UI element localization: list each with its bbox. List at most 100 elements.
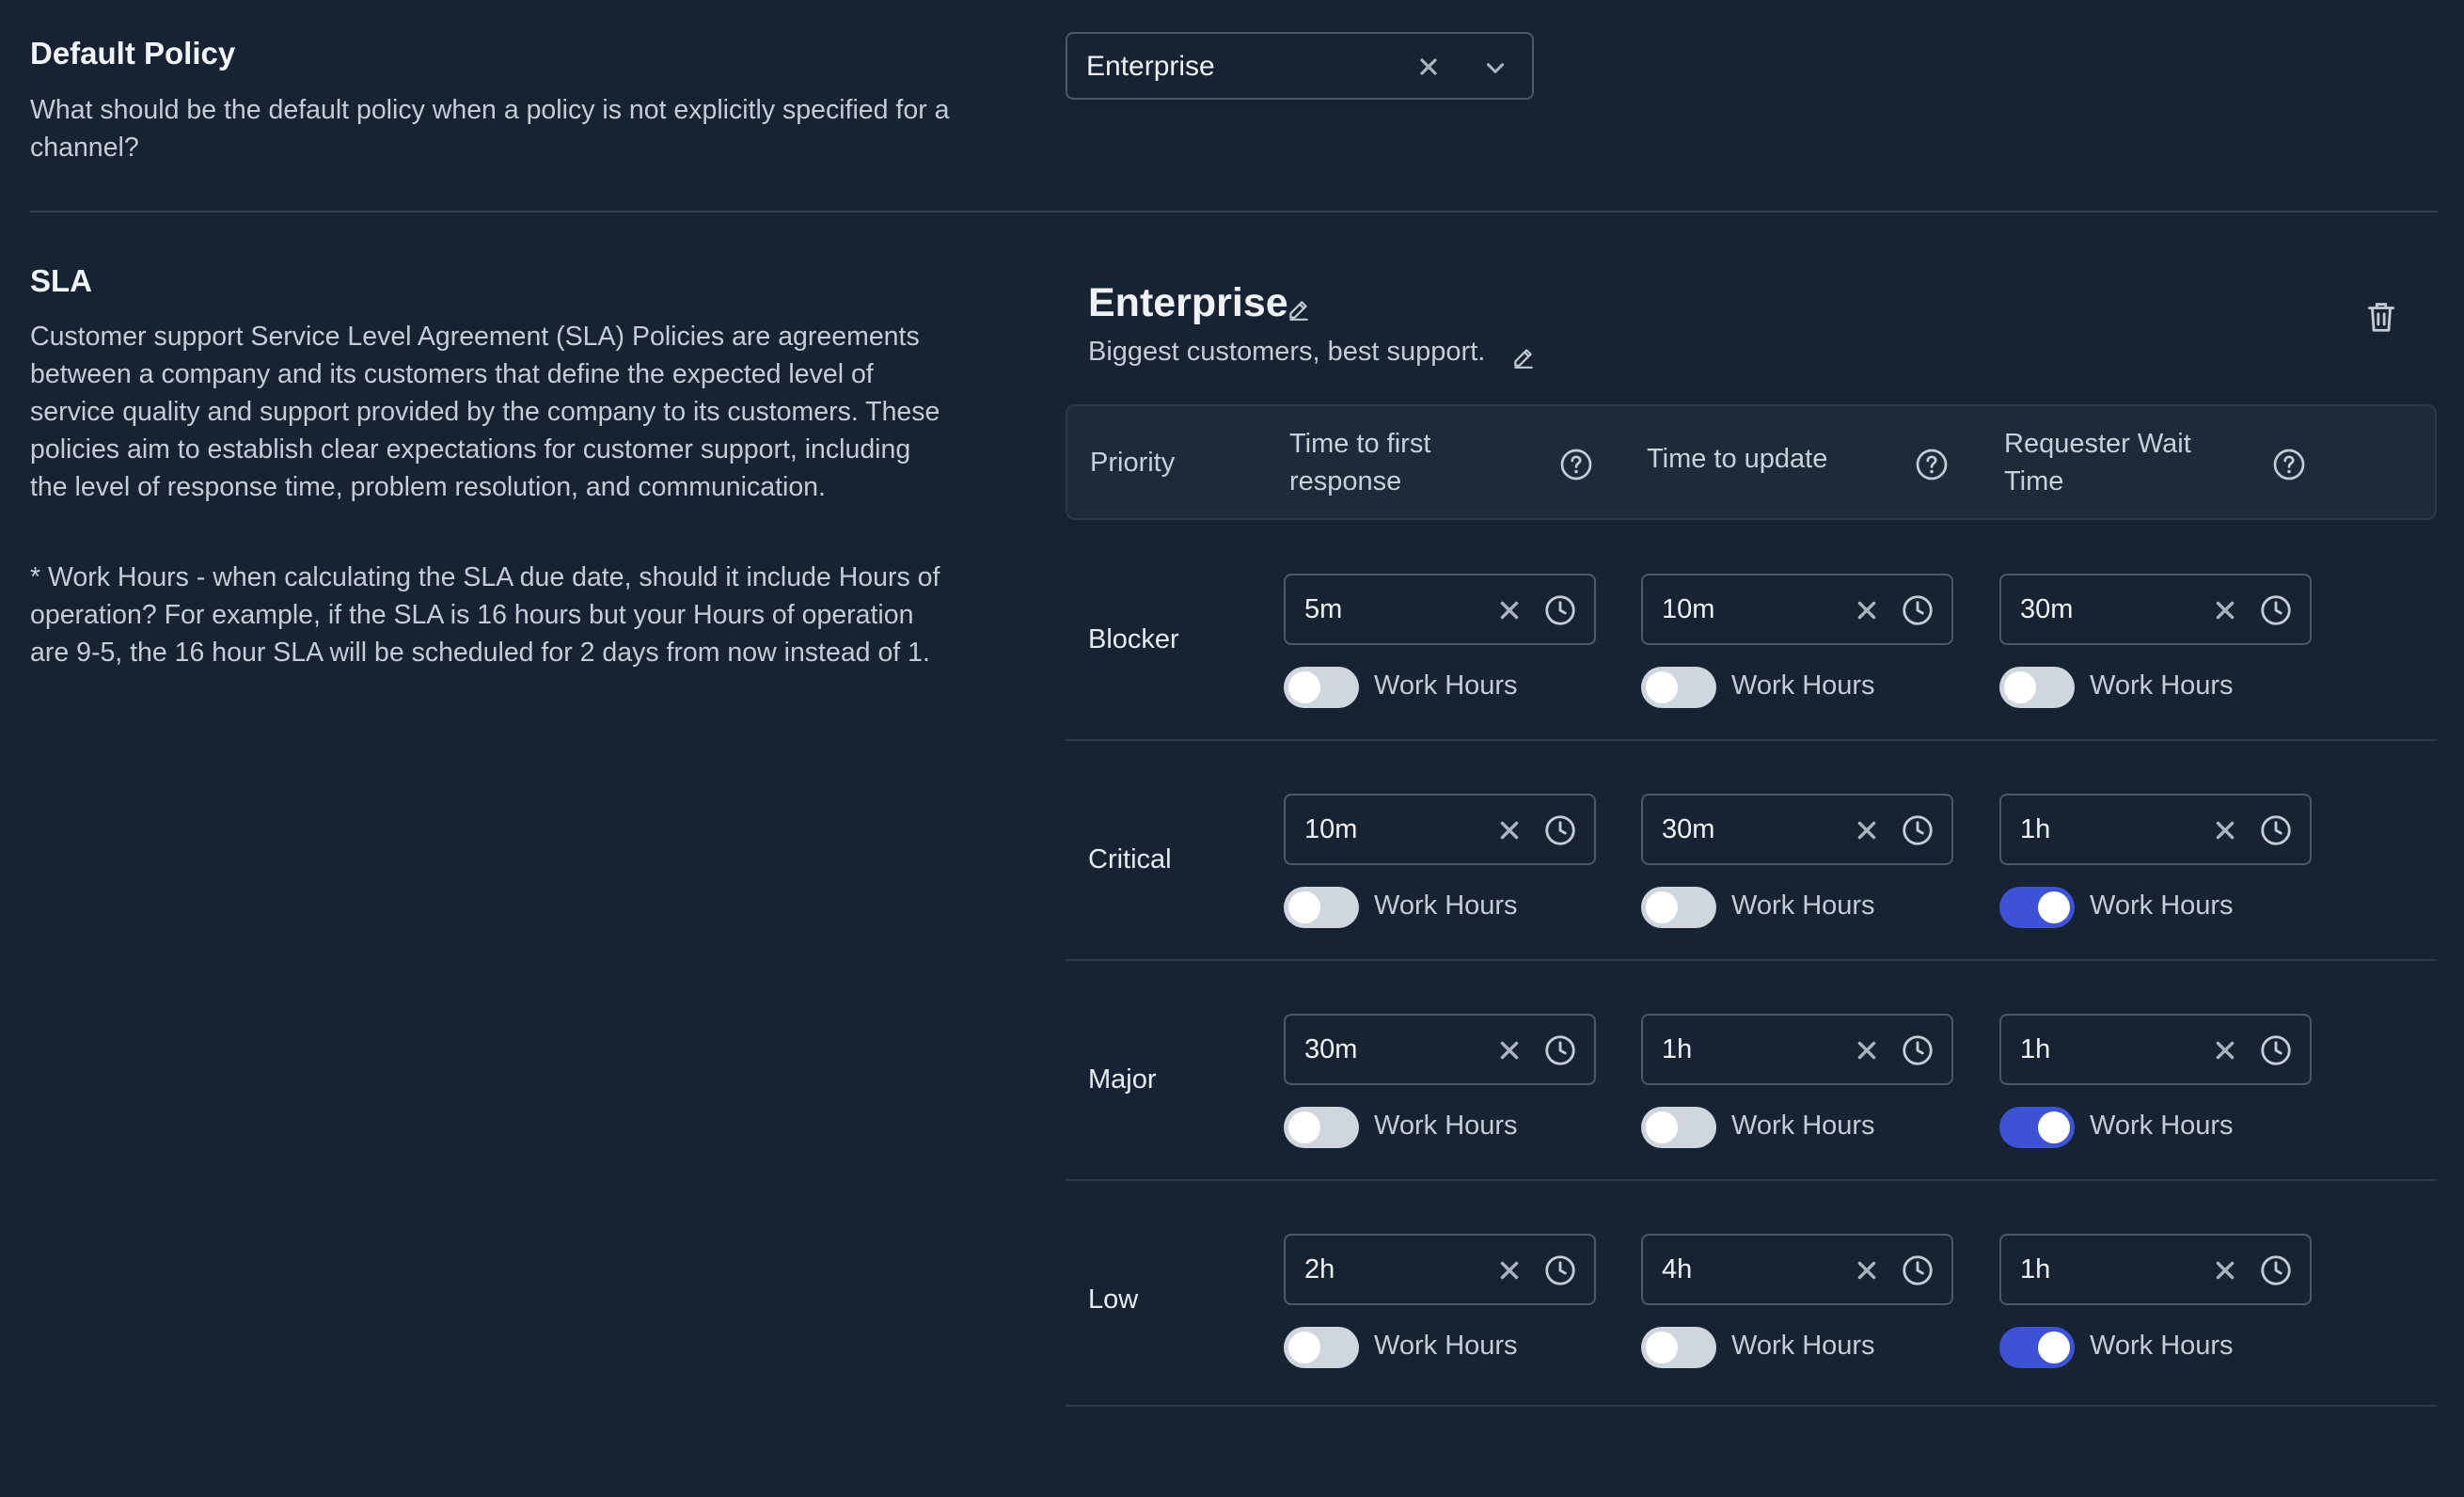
default-policy-title: Default Policy (30, 36, 236, 71)
time-value: 1h (2020, 1254, 2051, 1284)
clock-icon[interactable] (1901, 593, 1935, 627)
work-hours-toggle[interactable] (1999, 887, 2075, 928)
edit-policy-name-pencil-icon[interactable] (1287, 297, 1311, 322)
requester-wait-time-input[interactable]: 1h (1999, 1234, 2312, 1305)
close-icon[interactable] (1855, 818, 1879, 843)
clock-icon[interactable] (1543, 1033, 1577, 1067)
work-hours-toggle[interactable] (1641, 667, 1716, 708)
close-icon[interactable] (2213, 818, 2237, 843)
close-icon[interactable] (2213, 1258, 2237, 1283)
requester-wait-time-input[interactable]: 1h (1999, 794, 2312, 865)
work-hours-toggle[interactable] (1641, 887, 1716, 928)
clock-icon[interactable] (1901, 1033, 1935, 1067)
toggle-knob (1288, 1332, 1320, 1363)
work-hours-toggle[interactable] (1284, 1327, 1359, 1368)
close-icon[interactable] (1855, 1258, 1879, 1283)
row-divider (1066, 1405, 2437, 1407)
work-hours-toggle[interactable] (1284, 887, 1359, 928)
work-hours-label: Work Hours (2090, 1111, 2234, 1141)
close-icon[interactable] (1497, 1038, 1522, 1063)
toggle-knob (2038, 891, 2070, 923)
close-icon[interactable] (1855, 598, 1879, 622)
work-hours-toggle[interactable] (1641, 1107, 1716, 1148)
close-icon[interactable] (1855, 1038, 1879, 1063)
time-value: 30m (2020, 594, 2074, 624)
work-hours-toggle[interactable] (1284, 667, 1359, 708)
toggle-knob (1288, 891, 1320, 923)
row-divider (1066, 959, 2437, 961)
time-to-update-input[interactable]: 1h (1641, 1014, 1953, 1085)
clock-icon[interactable] (2259, 813, 2293, 847)
help-circle-icon[interactable] (2272, 448, 2306, 481)
work-hours-label: Work Hours (1374, 1111, 1518, 1141)
toggle-knob (1288, 1111, 1320, 1143)
work-hours-label: Work Hours (1374, 1331, 1518, 1361)
time-to-update-input[interactable]: 30m (1641, 794, 1953, 865)
work-hours-label: Work Hours (1374, 890, 1518, 921)
time-value: 1h (2020, 814, 2051, 844)
requester-wait-time-input[interactable]: 1h (1999, 1014, 2312, 1085)
close-icon[interactable] (1497, 818, 1522, 843)
sla-title: SLA (30, 263, 92, 298)
clock-icon[interactable] (1543, 813, 1577, 847)
work-hours-label: Work Hours (2090, 670, 2234, 701)
work-hours-toggle[interactable] (1999, 1107, 2075, 1148)
priority-label: Major (1088, 1064, 1157, 1095)
default-policy-select-value: Enterprise (1086, 51, 1215, 82)
time-to-update-input[interactable]: 4h (1641, 1234, 1953, 1305)
row-divider (1066, 1179, 2437, 1181)
sla-work-hours-note: * Work Hours - when calculating the SLA … (30, 562, 940, 668)
clock-icon[interactable] (1543, 1253, 1577, 1287)
clock-icon[interactable] (1901, 1253, 1935, 1287)
time-value: 10m (1304, 814, 1358, 844)
help-circle-icon[interactable] (1559, 448, 1593, 481)
priority-label: Blocker (1088, 624, 1179, 654)
work-hours-toggle[interactable] (1999, 1327, 2075, 1368)
clock-icon[interactable] (2259, 1253, 2293, 1287)
policy-description: Biggest customers, best support. (1088, 337, 1486, 367)
time-value: 10m (1662, 594, 1715, 624)
close-icon[interactable] (2213, 598, 2237, 622)
work-hours-toggle[interactable] (1284, 1107, 1359, 1148)
work-hours-label: Work Hours (1731, 890, 1875, 921)
toggle-knob (2004, 671, 2036, 703)
row-divider (1066, 739, 2437, 741)
close-icon[interactable] (1497, 1258, 1522, 1283)
requester-wait-time-input[interactable]: 30m (1999, 574, 2312, 645)
delete-policy-trash-icon[interactable] (2363, 299, 2399, 335)
time-to-first-response-input[interactable]: 10m (1284, 794, 1596, 865)
time-to-first-response-input[interactable]: 2h (1284, 1234, 1596, 1305)
clock-icon[interactable] (1543, 593, 1577, 627)
work-hours-label: Work Hours (1731, 1331, 1875, 1361)
work-hours-label: Work Hours (1374, 670, 1518, 701)
sla-settings-page: Default Policy What should be the defaul… (0, 0, 2464, 1497)
work-hours-toggle[interactable] (1999, 667, 2075, 708)
priority-label: Critical (1088, 844, 1172, 875)
work-hours-label: Work Hours (2090, 1331, 2234, 1361)
close-icon[interactable] (1417, 55, 1440, 78)
chevron-down-icon[interactable] (1483, 55, 1508, 80)
clock-icon[interactable] (2259, 593, 2293, 627)
time-value: 5m (1304, 594, 1343, 624)
clock-icon[interactable] (1901, 813, 1935, 847)
clock-icon[interactable] (2259, 1033, 2293, 1067)
time-to-first-response-input[interactable]: 5m (1284, 574, 1596, 645)
close-icon[interactable] (1497, 598, 1522, 622)
help-circle-icon[interactable] (1915, 448, 1949, 481)
time-value: 1h (2020, 1034, 2051, 1064)
work-hours-toggle[interactable] (1641, 1327, 1716, 1368)
time-to-update-input[interactable]: 10m (1641, 574, 1953, 645)
toggle-knob (1646, 1332, 1678, 1363)
toggle-knob (2038, 1332, 2070, 1363)
time-to-first-response-input[interactable]: 30m (1284, 1014, 1596, 1085)
work-hours-label: Work Hours (2090, 890, 2234, 921)
column-header-time-to-update: Time to update (1647, 444, 1828, 474)
toggle-knob (1646, 1111, 1678, 1143)
toggle-knob (1646, 671, 1678, 703)
close-icon[interactable] (2213, 1038, 2237, 1063)
toggle-knob (2038, 1111, 2070, 1143)
time-value: 30m (1304, 1034, 1358, 1064)
column-header-time-to-first-response: Time to first response (1289, 429, 1431, 496)
default-policy-select[interactable]: Enterprise (1066, 32, 1534, 100)
edit-policy-description-pencil-icon[interactable] (1511, 345, 1536, 370)
